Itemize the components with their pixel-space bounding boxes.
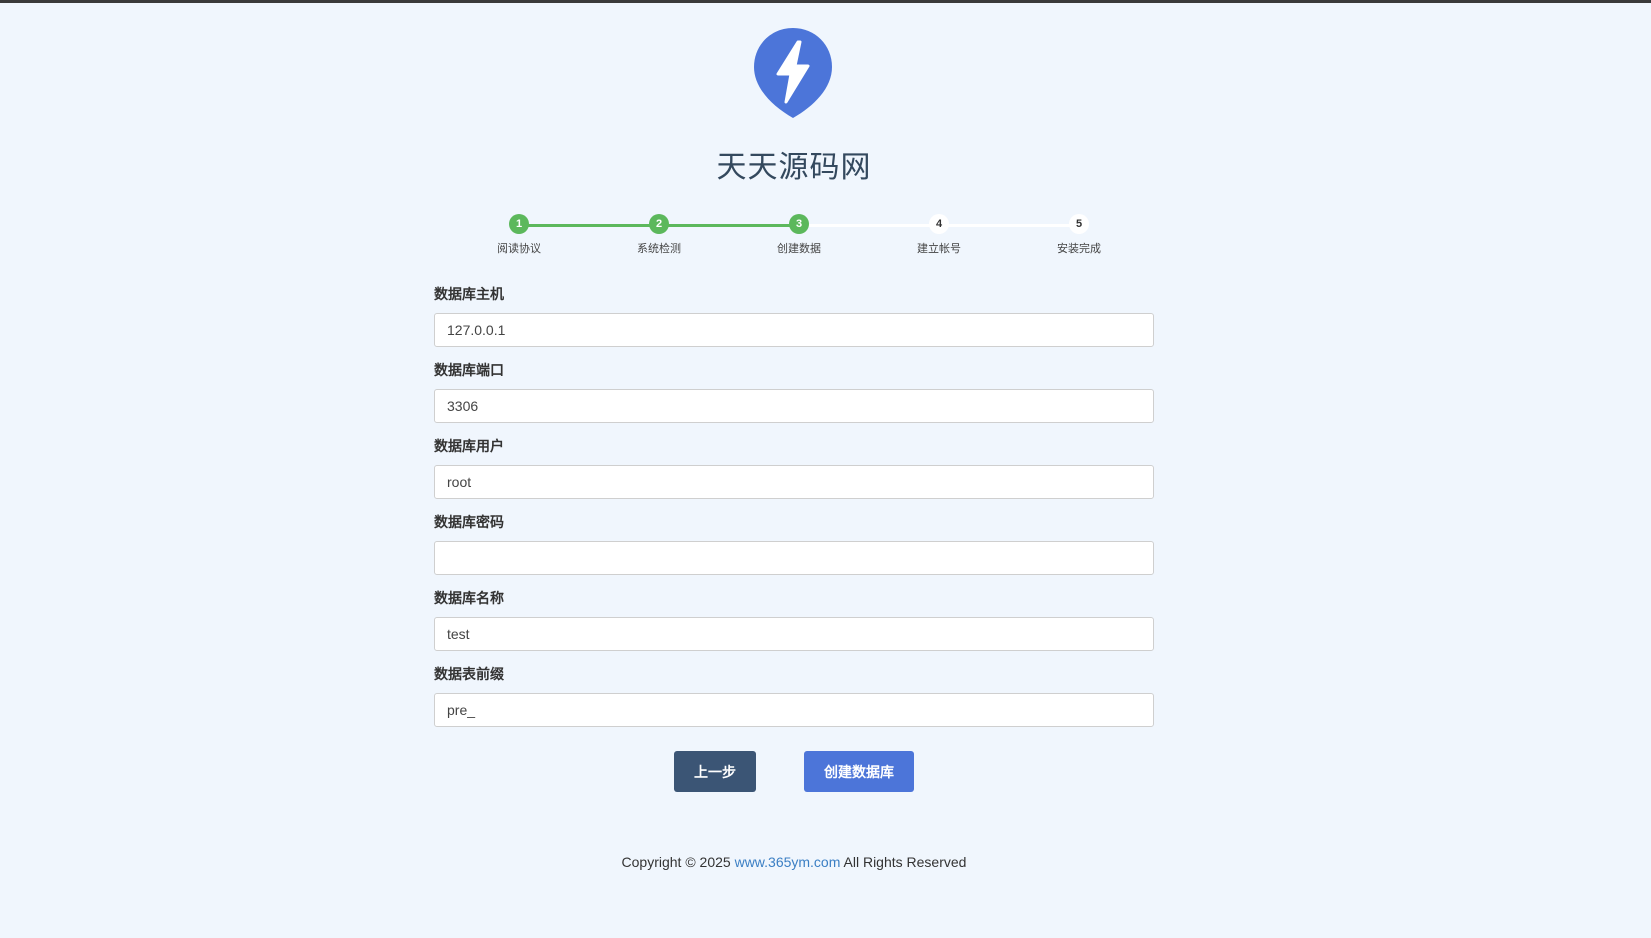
step-number: 4 [929,214,949,234]
site-link[interactable]: www.365ym.com [735,854,841,870]
step-read-agreement: 1 阅读协议 [474,214,564,256]
db-port-input[interactable] [434,389,1154,423]
field-db-user: 数据库用户 [434,437,1154,499]
site-title: 天天源码网 [716,150,872,185]
db-name-input[interactable] [434,617,1154,651]
form-actions: 上一步 创建数据库 [434,751,1154,793]
field-db-name: 数据库名称 [434,589,1154,651]
top-border [0,0,1651,3]
field-table-prefix: 数据表前缀 [434,665,1154,727]
step-number: 2 [649,214,669,234]
step-number: 3 [789,214,809,234]
field-db-password: 数据库密码 [434,513,1154,575]
table-prefix-input[interactable] [434,693,1154,727]
db-password-input[interactable] [434,541,1154,575]
database-form: 数据库主机 数据库端口 数据库用户 数据库密码 数据库名称 数据表前缀 [434,285,1154,741]
step-install-complete: 5 安装完成 [1034,214,1124,256]
db-host-input[interactable] [434,313,1154,347]
step-create-data: 3 创建数据 [754,214,844,256]
previous-step-button[interactable]: 上一步 [674,751,756,792]
rights-text: All Rights Reserved [843,854,967,870]
step-label: 安装完成 [1057,242,1101,255]
create-database-button[interactable]: 创建数据库 [804,751,914,792]
step-label: 系统检测 [637,242,681,255]
step-create-account: 4 建立帐号 [894,214,984,256]
footer-copyright: Copyright © 2025 www.365ym.com All Right… [434,854,1154,870]
lightning-bolt-icon [752,26,834,120]
db-name-label: 数据库名称 [434,591,504,607]
db-password-label: 数据库密码 [434,515,504,531]
install-stepper: 1 阅读协议 2 系统检测 3 创建数据 4 建立帐号 5 安装完成 [474,214,1114,260]
copyright-text: Copyright © 2025 [621,854,731,870]
step-label: 阅读协议 [497,242,541,255]
step-label: 建立帐号 [917,242,961,255]
table-prefix-label: 数据表前缀 [434,667,504,683]
step-number: 5 [1069,214,1089,234]
db-user-label: 数据库用户 [434,439,504,455]
field-db-host: 数据库主机 [434,285,1154,347]
db-user-input[interactable] [434,465,1154,499]
field-db-port: 数据库端口 [434,361,1154,423]
step-system-check: 2 系统检测 [614,214,704,256]
db-host-label: 数据库主机 [434,287,504,303]
step-number: 1 [509,214,529,234]
step-label: 创建数据 [777,242,821,255]
db-port-label: 数据库端口 [434,363,504,379]
